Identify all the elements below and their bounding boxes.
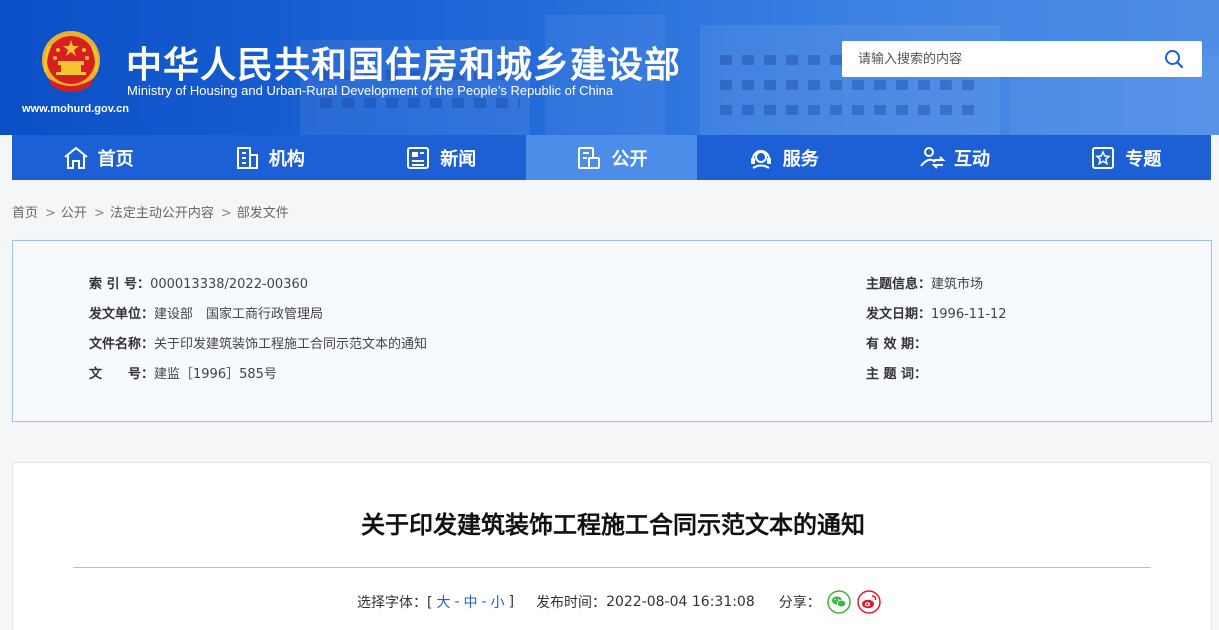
nav-item-label: 机构 xyxy=(268,148,305,170)
meta-topic-label: 主题信息： xyxy=(866,277,932,292)
meta-index-row: 索 引 号：000013338/2022-00360 xyxy=(89,273,308,292)
meta-date-row: 发文日期：1996-11-12 xyxy=(866,303,1007,322)
search-input[interactable] xyxy=(842,41,1152,77)
nav-item-news[interactable]: 新闻 xyxy=(355,135,526,180)
nav-item-label: 互动 xyxy=(954,148,991,170)
main-nav: 首页 机构 新闻 公开 服务 互动 专题 xyxy=(12,135,1211,180)
document-metadata-panel: 索 引 号：000013338/2022-00360 发文单位：建设部 国家工商… xyxy=(12,240,1212,422)
article-meta-bar: 选择字体：[ 大 - 中 - 小 ] 发布时间： 2022-08-04 16:3… xyxy=(357,590,881,614)
breadcrumb-ministry-documents[interactable]: 部发文件 xyxy=(237,206,289,221)
wechat-icon[interactable] xyxy=(827,590,851,614)
breadcrumb: 首页 > 公开 > 法定主动公开内容 > 部发文件 xyxy=(12,202,291,221)
font-size-large-link[interactable]: 大 xyxy=(436,592,450,612)
breadcrumb-separator: > xyxy=(45,206,56,221)
breadcrumb-separator: > xyxy=(93,206,105,221)
topic-icon xyxy=(1092,146,1115,169)
article-divider xyxy=(73,567,1151,568)
meta-keywords-label: 主 题 词： xyxy=(866,367,928,382)
meta-doc-name-value: 关于印发建筑装饰工程施工合同示范文本的通知 xyxy=(154,337,428,352)
meta-doc-no-value: 建监［1996］585号 xyxy=(154,367,277,382)
nav-item-disclosure[interactable]: 公开 xyxy=(525,135,698,180)
breadcrumb-disclosure[interactable]: 公开 xyxy=(61,206,87,221)
site-url: www.mohurd.gov.cn xyxy=(22,103,129,115)
nav-item-label: 专题 xyxy=(1125,148,1162,170)
font-size-separator: - xyxy=(481,594,487,610)
meta-doc-name-row: 文件名称：关于印发建筑装饰工程施工合同示范文本的通知 xyxy=(89,333,427,352)
publish-time-value: 2022-08-04 16:31:08 xyxy=(606,594,755,610)
nav-item-label: 新闻 xyxy=(440,148,477,170)
news-icon xyxy=(407,146,430,169)
font-size-medium-link[interactable]: 中 xyxy=(464,592,478,612)
share-label: 分享： xyxy=(778,595,821,611)
meta-validity-row: 有 效 期： xyxy=(866,333,927,352)
meta-issuer-value: 建设部 国家工商行政管理局 xyxy=(154,307,324,322)
meta-doc-name-label: 文件名称： xyxy=(89,337,155,352)
meta-validity-label: 有 效 期： xyxy=(866,337,928,352)
breadcrumb-home[interactable]: 首页 xyxy=(12,206,38,221)
interaction-icon xyxy=(920,146,946,169)
nav-item-label: 首页 xyxy=(97,148,134,170)
nav-item-interaction[interactable]: 互动 xyxy=(868,135,1039,180)
nav-item-organization[interactable]: 机构 xyxy=(183,135,354,180)
nav-item-topic[interactable]: 专题 xyxy=(1040,135,1211,180)
header-background-windows xyxy=(720,80,980,90)
building-icon xyxy=(236,146,258,169)
font-size-label: 选择字体：[ xyxy=(357,595,433,611)
service-icon xyxy=(750,149,771,169)
site-subtitle: Ministry of Housing and Urban-Rural Deve… xyxy=(127,83,614,98)
meta-topic-value: 建筑市场 xyxy=(931,277,984,292)
font-size-close: ] xyxy=(508,594,515,610)
font-size-separator: - xyxy=(454,594,460,610)
publish-time-label: 发布时间： xyxy=(536,595,607,611)
meta-keywords-row: 主 题 词： xyxy=(866,363,927,382)
nav-item-home[interactable]: 首页 xyxy=(12,135,183,180)
meta-date-value: 1996-11-12 xyxy=(931,307,1007,322)
search-box xyxy=(842,41,1202,77)
home-icon xyxy=(64,146,88,169)
weibo-icon[interactable] xyxy=(857,590,881,614)
nav-item-label: 服务 xyxy=(782,148,819,170)
nav-item-service[interactable]: 服务 xyxy=(697,135,868,180)
meta-date-label: 发文日期： xyxy=(866,307,932,322)
meta-doc-no-label: 文 号： xyxy=(89,367,155,382)
national-emblem-icon[interactable] xyxy=(38,28,104,98)
site-title[interactable]: 中华人民共和国住房和城乡建设部 xyxy=(126,36,681,88)
breadcrumb-separator: > xyxy=(220,206,232,221)
font-size-small-link[interactable]: 小 xyxy=(491,592,505,612)
article-title: 关于印发建筑装饰工程施工合同示范文本的通知 xyxy=(361,511,865,539)
header-background-windows xyxy=(720,105,980,115)
article-container: 关于印发建筑装饰工程施工合同示范文本的通知 选择字体：[ 大 - 中 - 小 ]… xyxy=(12,462,1212,630)
meta-issuer-row: 发文单位：建设部 国家工商行政管理局 xyxy=(89,303,323,322)
breadcrumb-statutory-content[interactable]: 法定主动公开内容 xyxy=(110,206,214,221)
meta-doc-no-row: 文 号：建监［1996］585号 xyxy=(89,363,277,382)
disclosure-icon xyxy=(578,146,601,169)
site-header: www.mohurd.gov.cn 中华人民共和国住房和城乡建设部 Minist… xyxy=(0,0,1219,135)
search-icon[interactable] xyxy=(1164,49,1184,69)
meta-issuer-label: 发文单位： xyxy=(89,307,155,322)
meta-index-value: 000013338/2022-00360 xyxy=(150,277,309,292)
meta-index-label: 索 引 号： xyxy=(89,277,151,292)
nav-item-label: 公开 xyxy=(611,148,648,170)
meta-topic-row: 主题信息：建筑市场 xyxy=(866,273,983,292)
header-background-windows xyxy=(320,98,520,108)
